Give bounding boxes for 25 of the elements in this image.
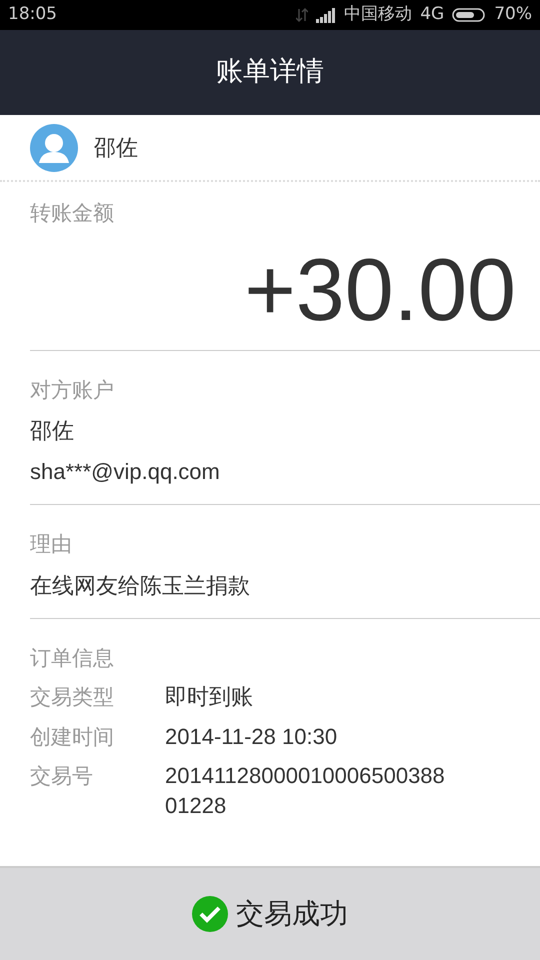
clock-text: 18:05: [8, 3, 57, 26]
reason-text: 在线网友给陈玉兰捐款: [30, 572, 251, 600]
signal-icon: [316, 7, 336, 23]
field-label: 创建时间: [30, 724, 115, 750]
contact-name: 邵佐: [94, 134, 138, 162]
counterparty-name: 邵佐: [30, 417, 75, 445]
field-value: 即时到账: [165, 683, 254, 711]
page-title: 账单详情: [216, 55, 324, 90]
field-label: 交易号: [30, 763, 94, 790]
account-text: sha***@vip.qq.com: [30, 458, 221, 486]
network-text: 4G: [420, 3, 444, 26]
battery-text: 70%: [494, 3, 532, 26]
section-label: 对方账户: [30, 376, 115, 404]
section-label: 订单信息: [30, 644, 115, 672]
field-value: 2014112800001000650038801228: [165, 762, 446, 820]
avatar-icon: [30, 124, 78, 172]
battery-icon: [452, 7, 486, 23]
carrier-text: 中国移动: [344, 3, 412, 26]
amount-value: +30.00: [244, 246, 516, 334]
field-value: 2014-11-28 10:30: [165, 722, 338, 750]
status-text: 交易成功: [236, 896, 348, 932]
amount-label: 转账金额: [30, 200, 115, 227]
section-label: 理由: [30, 531, 73, 558]
field-label: 交易类型: [30, 684, 115, 711]
data-transfer-icon: [296, 7, 308, 23]
